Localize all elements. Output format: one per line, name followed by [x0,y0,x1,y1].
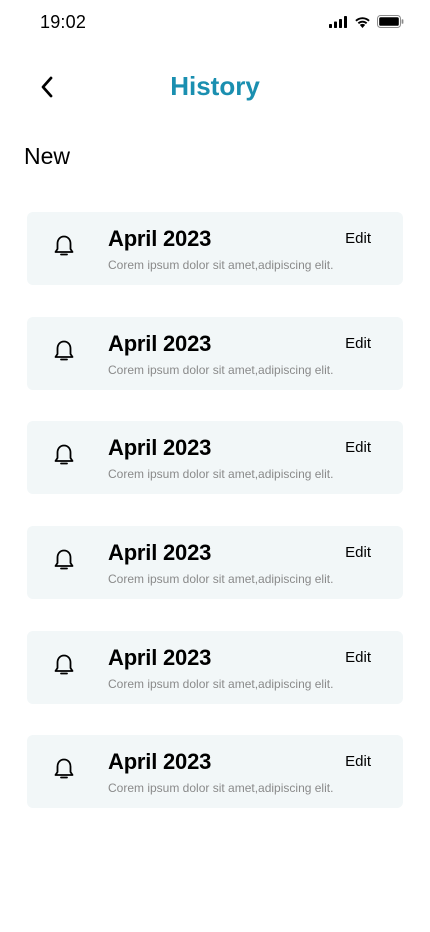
signal-icon [329,15,348,28]
status-bar: 19:02 [0,0,430,46]
edit-button[interactable]: Edit [345,649,371,666]
edit-button[interactable]: Edit [345,230,371,247]
history-screen: 19:02 History New April 2023 Corem ipsum… [0,0,430,932]
item-description: Corem ipsum dolor sit amet,adipiscing el… [108,676,334,691]
bell-icon [53,443,75,467]
item-description: Corem ipsum dolor sit amet,adipiscing el… [108,362,334,377]
bell-icon [53,757,75,781]
edit-button[interactable]: Edit [345,335,371,352]
battery-icon [377,15,404,28]
item-description: Corem ipsum dolor sit amet,adipiscing el… [108,258,334,272]
status-time: 19:02 [40,12,87,32]
section-title: New [24,143,71,169]
item-title: April 2023 [108,226,212,251]
item-title: April 2023 [108,330,212,356]
bell-icon [53,548,75,572]
edit-button[interactable]: Edit [345,753,371,770]
edit-button[interactable]: Edit [345,544,371,561]
item-title: April 2023 [108,540,212,566]
page-title: History [170,71,260,101]
item-title: April 2023 [108,644,212,670]
bell-icon [53,653,75,677]
item-description: Corem ipsum dolor sit amet,adipiscing el… [108,572,334,587]
history-item[interactable]: April 2023 Corem ipsum dolor sit amet,ad… [27,735,403,809]
history-item[interactable]: April 2023 Corem ipsum dolor sit amet,ad… [27,630,403,704]
item-title: April 2023 [108,749,212,775]
history-list: April 2023 Corem ipsum dolor sit amet,ad… [27,212,403,840]
history-item[interactable]: April 2023 Corem ipsum dolor sit amet,ad… [27,421,403,495]
header: History [0,62,430,114]
history-item[interactable]: April 2023 Corem ipsum dolor sit amet,ad… [27,526,403,600]
history-item[interactable]: April 2023 Corem ipsum dolor sit amet,ad… [27,212,403,285]
item-description: Corem ipsum dolor sit amet,adipiscing el… [108,467,334,482]
wifi-icon [354,16,371,28]
item-description: Corem ipsum dolor sit amet,adipiscing el… [108,781,334,796]
history-item[interactable]: April 2023 Corem ipsum dolor sit amet,ad… [27,316,403,390]
bell-icon [53,339,75,363]
item-title: April 2023 [108,435,212,461]
edit-button[interactable]: Edit [345,439,371,456]
status-icons [329,15,404,28]
bell-icon [53,234,75,258]
